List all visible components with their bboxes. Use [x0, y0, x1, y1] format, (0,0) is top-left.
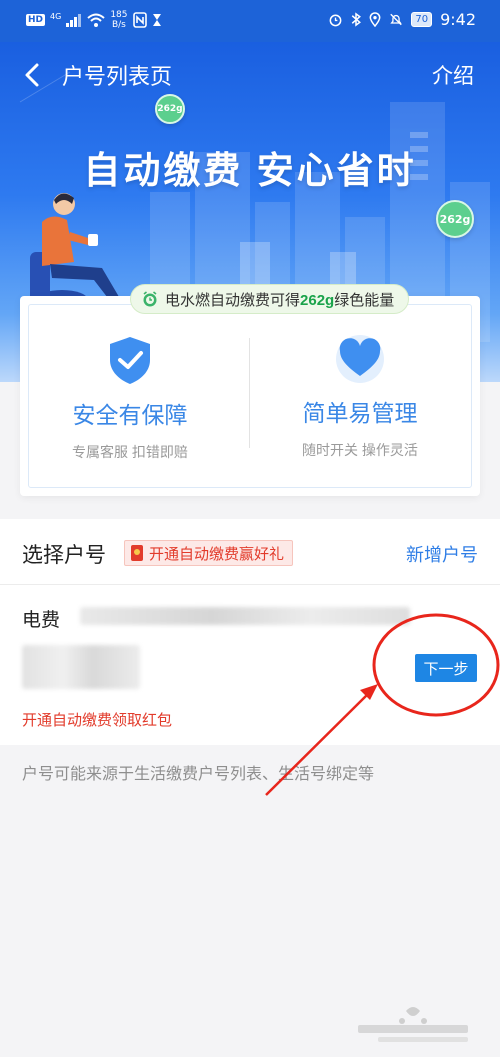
add-account-link[interactable]: 新增户号 [406, 541, 478, 567]
clock: 9:42 [440, 10, 476, 29]
signal-icon [66, 14, 82, 27]
wifi-icon [87, 13, 105, 27]
redacted-account-number [22, 645, 140, 689]
alarm-icon [329, 14, 342, 27]
nfc-icon [132, 12, 147, 28]
promo-tag-label: 开通自动缴费赢好礼 [149, 545, 285, 563]
energy-suffix: 绿色能量 [334, 291, 395, 309]
hd-badge: HD [26, 14, 46, 26]
account-section-header: 选择户号 开通自动缴费赢好礼 新增户号 [0, 519, 500, 585]
alarm-clock-icon [143, 291, 157, 307]
feature-title: 安全有保障 [72, 402, 188, 428]
mute-bell-icon [390, 13, 403, 26]
energy-text: 电水燃自动缴费可得262g绿色能量 [165, 289, 394, 310]
location-icon [369, 12, 381, 27]
nav-bar: 户号列表页 介绍 [0, 42, 500, 108]
hourglass-icon [152, 14, 161, 26]
feature-management: 简单易管理 随时开关 操作灵活 [250, 334, 470, 460]
shield-check-icon [110, 337, 150, 384]
section-title: 选择户号 [22, 544, 106, 567]
account-source-note: 户号可能来源于生活缴费户号列表、生活号绑定等 [22, 766, 375, 783]
intro-link[interactable]: 介绍 [432, 60, 474, 90]
feature-subtitle: 专属客服 扣错即赔 [72, 444, 188, 460]
feature-subtitle: 随时开关 操作灵活 [302, 442, 418, 458]
network-speed: 185 B/s [110, 10, 127, 30]
back-arrow-icon[interactable] [16, 58, 50, 92]
battery-indicator: 70 [411, 12, 433, 27]
feature-title: 简单易管理 [302, 400, 418, 426]
redacted-account-info [80, 607, 410, 625]
autopay-promo-tag[interactable]: 开通自动缴费赢好礼 [124, 540, 294, 566]
watermark-logo [358, 1007, 468, 1042]
energy-coin-large: 262g [436, 200, 474, 238]
page-title: 户号列表页 [62, 64, 173, 89]
account-type: 电费 [22, 610, 61, 631]
bluetooth-icon [352, 12, 362, 27]
red-envelope-icon [131, 545, 143, 561]
energy-amount: 262g [300, 291, 335, 309]
heart-icon [336, 335, 384, 383]
benefits-card: 电水燃自动缴费可得262g绿色能量 安全有保障 专属客服 扣错即赔 简单易管理 … [20, 284, 480, 496]
status-left: HD 4G 185 B/s [26, 10, 162, 30]
green-energy-badge: 电水燃自动缴费可得262g绿色能量 [130, 284, 410, 314]
account-promo-text[interactable]: 开通自动缴费领取红包 [22, 709, 172, 730]
speed-unit: B/s [111, 20, 126, 30]
status-right: 70 9:42 [328, 10, 476, 29]
account-section: 选择户号 开通自动缴费赢好礼 新增户号 电费 下一步 开通自动缴费领取红包 [0, 519, 500, 745]
account-row[interactable]: 电费 下一步 开通自动缴费领取红包 [0, 585, 500, 745]
energy-coin-small: 262g [155, 94, 185, 124]
next-step-button[interactable]: 下一步 [415, 654, 477, 682]
speed-value: 185 [110, 10, 128, 20]
status-bar: HD 4G 185 B/s 70 9:42 [0, 0, 500, 42]
energy-prefix: 电水燃自动缴费可得 [165, 291, 301, 309]
feature-security: 安全有保障 专属客服 扣错即赔 [20, 334, 240, 462]
signal-label: 4G [50, 11, 62, 21]
